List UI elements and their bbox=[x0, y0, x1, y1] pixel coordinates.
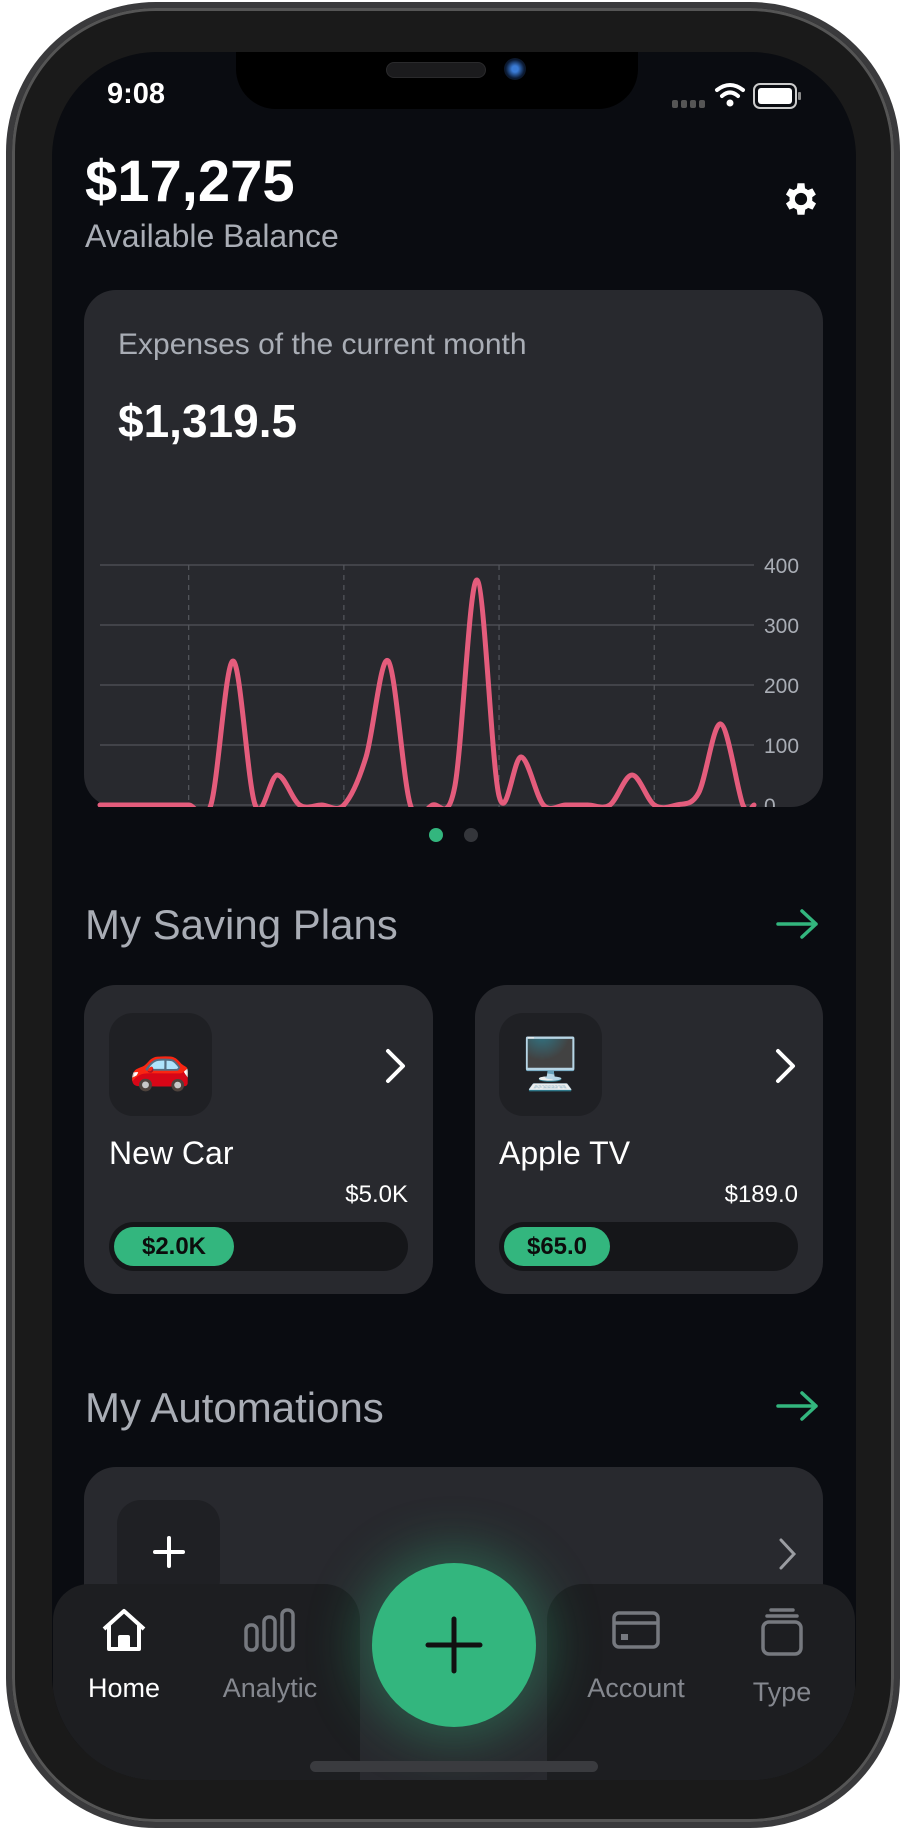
expenses-card[interactable]: Expenses of the current month $1,319.5 4… bbox=[84, 290, 823, 807]
status-icons bbox=[672, 83, 801, 109]
wifi-icon bbox=[715, 83, 745, 98]
plan-progress-bar: $65.0 bbox=[499, 1222, 798, 1271]
plus-icon bbox=[425, 1616, 483, 1674]
screen: 9:08 $17,275 Available Balance Expenses … bbox=[52, 52, 856, 1780]
nav-analytic-label: Analytic bbox=[222, 1673, 318, 1703]
signal-icon bbox=[672, 100, 705, 108]
plan-saved: $65.0 bbox=[504, 1227, 610, 1266]
nav-account-label: Account bbox=[587, 1673, 685, 1703]
plan-saved: $2.0K bbox=[114, 1227, 234, 1266]
saving-plan-card[interactable]: 🖥️ Apple TV $189.0 $65.0 bbox=[475, 985, 823, 1294]
y-tick-label: 100 bbox=[764, 735, 799, 758]
balance-label: Available Balance bbox=[85, 218, 339, 254]
stack-icon bbox=[761, 1608, 803, 1656]
automations-title: My Automations bbox=[85, 1384, 384, 1431]
add-transaction-button[interactable] bbox=[372, 1563, 536, 1727]
card-icon bbox=[612, 1611, 660, 1649]
y-tick-label: 300 bbox=[764, 615, 799, 638]
plus-icon bbox=[152, 1535, 185, 1568]
balance-amount: $17,275 bbox=[85, 149, 295, 214]
saving-plan-card[interactable]: 🚗 New Car $5.0K $2.0K bbox=[84, 985, 433, 1294]
car-icon: 🚗 bbox=[109, 1013, 212, 1116]
expenses-chart: 4003002001000Aug 6Aug 13Aug 20Aug 27 bbox=[97, 555, 799, 807]
speaker bbox=[386, 62, 486, 78]
y-tick-label: 0 bbox=[764, 795, 776, 807]
plan-name: New Car bbox=[109, 1135, 234, 1171]
analytics-icon bbox=[244, 1608, 295, 1652]
plan-name: Apple TV bbox=[499, 1135, 631, 1171]
arrow-right-icon[interactable] bbox=[776, 1389, 820, 1423]
camera bbox=[504, 58, 526, 80]
home-indicator bbox=[310, 1761, 598, 1772]
chevron-right-icon[interactable] bbox=[384, 1047, 408, 1085]
nav-analytic[interactable]: Analytic bbox=[210, 1607, 330, 1704]
nav-type[interactable]: Type bbox=[722, 1607, 842, 1708]
arrow-right-icon[interactable] bbox=[776, 907, 820, 941]
y-tick-label: 400 bbox=[764, 555, 799, 578]
nav-account[interactable]: Account bbox=[576, 1607, 696, 1704]
notch bbox=[236, 52, 638, 109]
status-time: 9:08 bbox=[107, 78, 166, 110]
pager-dot-active[interactable] bbox=[429, 828, 443, 842]
chevron-right-icon[interactable] bbox=[774, 1047, 798, 1085]
nav-type-label: Type bbox=[752, 1677, 812, 1707]
gear-icon[interactable] bbox=[780, 178, 822, 220]
home-icon bbox=[102, 1609, 146, 1651]
expense-line bbox=[97, 577, 757, 807]
plan-progress-bar: $2.0K bbox=[109, 1222, 408, 1271]
nav-home-label: Home bbox=[87, 1673, 161, 1703]
pager-dot[interactable] bbox=[464, 828, 478, 842]
computer-icon: 🖥️ bbox=[499, 1013, 602, 1116]
plan-target: $189.0 bbox=[724, 1181, 798, 1208]
nav-home[interactable]: Home bbox=[64, 1607, 184, 1704]
battery-icon bbox=[753, 83, 801, 109]
chevron-right-icon[interactable] bbox=[778, 1537, 798, 1571]
y-tick-label: 200 bbox=[764, 675, 799, 698]
saving-plans-title: My Saving Plans bbox=[85, 901, 398, 948]
plan-target: $5.0K bbox=[345, 1181, 408, 1208]
